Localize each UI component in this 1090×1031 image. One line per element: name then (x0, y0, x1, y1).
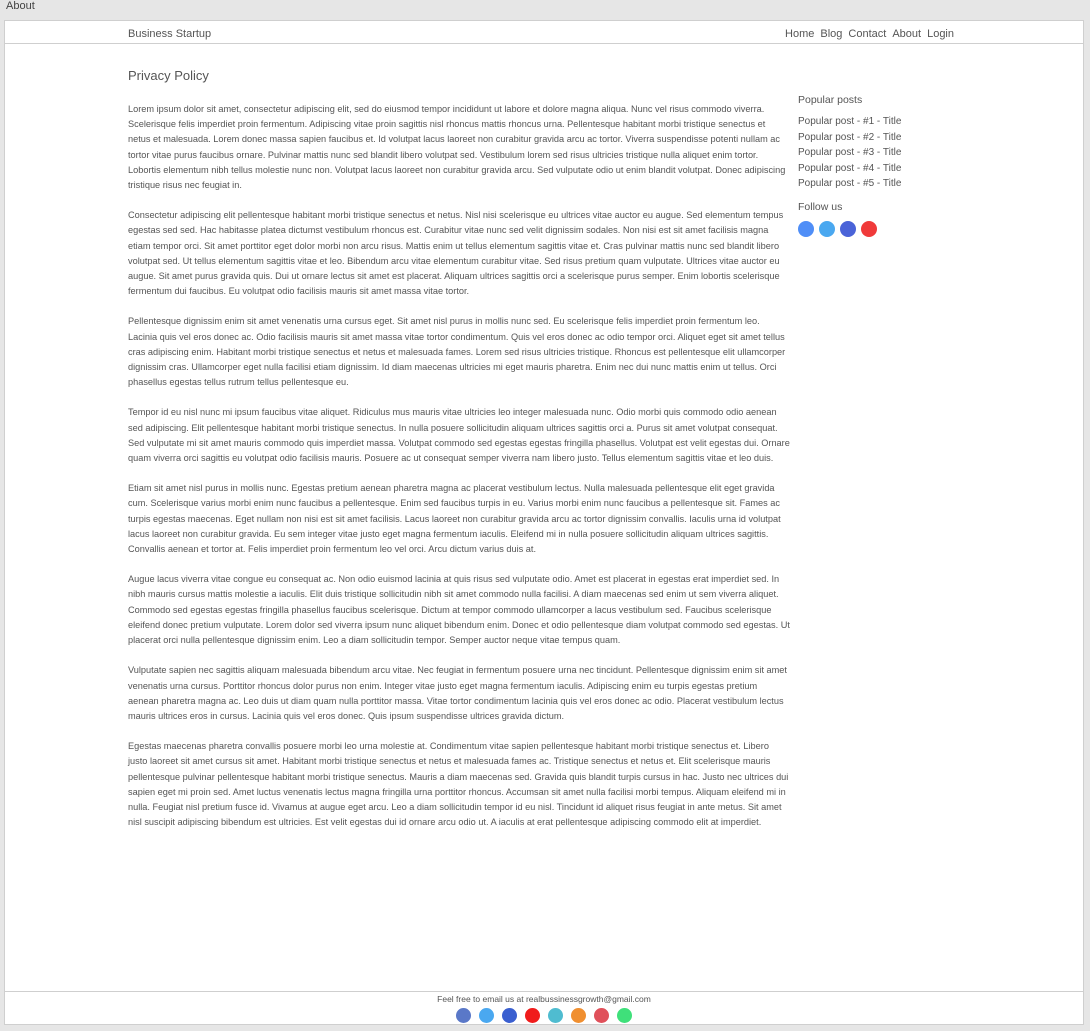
policy-paragraph: Etiam sit amet nisl purus in mollis nunc… (128, 483, 781, 555)
sidebar: Popular posts Popular post - #1 - Title … (798, 94, 958, 237)
policy-paragraph: Tempor id eu nisl nunc mi ipsum faucibus… (128, 407, 790, 464)
youtube-icon[interactable] (525, 1008, 540, 1023)
facebook-icon[interactable] (456, 1008, 471, 1023)
follow-icons (798, 220, 958, 237)
popular-post-link[interactable]: Popular post - #3 - Title (798, 145, 958, 161)
twitter-icon[interactable] (819, 220, 835, 237)
brand-name[interactable]: Business Startup (128, 28, 211, 41)
popular-post-link[interactable]: Popular post - #1 - Title (798, 114, 958, 130)
follow-us-heading: Follow us (798, 200, 843, 213)
policy-paragraph: Egestas maecenas pharetra convallis posu… (128, 741, 789, 828)
linkedin-icon[interactable] (840, 220, 856, 237)
whatsapp-icon[interactable] (617, 1008, 632, 1023)
nav-blog[interactable]: Blog (820, 28, 842, 41)
popular-posts-list: Popular post - #1 - Title Popular post -… (798, 114, 958, 192)
popular-post-link[interactable]: Popular post - #2 - Title (798, 130, 958, 146)
nav-login[interactable]: Login (927, 28, 954, 41)
site-footer: Feel free to email us at realbussinessgr… (5, 991, 1083, 1024)
youtube-icon[interactable] (861, 220, 877, 237)
footer-social-icons (5, 1008, 1083, 1023)
vimeo-icon[interactable] (548, 1008, 563, 1023)
popular-post-link[interactable]: Popular post - #5 - Title (798, 176, 958, 192)
window-title: About (6, 0, 35, 12)
main-nav: Home Blog Contact About Login (785, 28, 954, 41)
rss-icon[interactable] (571, 1008, 586, 1023)
site-header: Business Startup Home Blog Contact About… (5, 21, 1083, 44)
nav-about[interactable]: About (892, 28, 921, 41)
nav-contact[interactable]: Contact (848, 28, 886, 41)
footer-contact-text: Feel free to email us at realbussinessgr… (437, 994, 651, 1004)
policy-content: Lorem ipsum dolor sit amet, consectetur … (128, 102, 790, 845)
policy-paragraph: Pellentesque dignissim enim sit amet ven… (128, 316, 786, 388)
popular-posts-heading: Popular posts (798, 94, 863, 106)
twitter-icon[interactable] (479, 1008, 494, 1023)
nav-home[interactable]: Home (785, 28, 814, 41)
popular-post-link[interactable]: Popular post - #4 - Title (798, 161, 958, 177)
policy-paragraph: Augue lacus viverra vitae congue eu cons… (128, 574, 790, 646)
pinterest-icon[interactable] (594, 1008, 609, 1023)
page-frame: Business Startup Home Blog Contact About… (4, 20, 1084, 1025)
policy-paragraph: Lorem ipsum dolor sit amet, consectetur … (128, 104, 786, 191)
facebook-icon[interactable] (798, 220, 814, 237)
page-title: Privacy Policy (128, 68, 209, 83)
policy-paragraph: Vulputate sapien nec sagittis aliquam ma… (128, 665, 787, 721)
linkedin-icon[interactable] (502, 1008, 517, 1023)
policy-paragraph: Consectetur adipiscing elit pellentesque… (128, 210, 784, 297)
